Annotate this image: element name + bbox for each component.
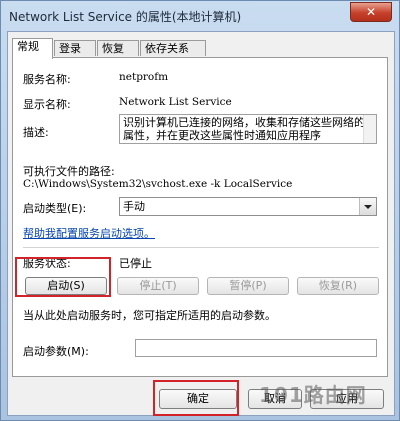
startup-type-label: 启动类型(E):: [23, 202, 87, 215]
tab-logon[interactable]: 登录: [54, 40, 96, 56]
description-text: 识别计算机已连接的网络，收集和存储这些网络的属性，并在更改这些属性时通知应用程序: [123, 116, 365, 142]
stop-button-label: 停止(T): [139, 279, 177, 292]
service-name-value: netprofm: [119, 71, 169, 83]
section-divider: [23, 247, 379, 248]
start-params-input[interactable]: [135, 339, 377, 357]
tab-recovery[interactable]: 恢复: [97, 40, 139, 56]
ok-button-highlight: [153, 380, 239, 416]
tab-label: 常规: [17, 40, 39, 53]
description-box[interactable]: 识别计算机已连接的网络，收集和存储这些网络的属性，并在更改这些属性时通知应用程序: [119, 114, 377, 144]
description-label: 描述:: [23, 126, 49, 139]
dialog-body: 常规 登录 恢复 依存关系 服务名称: netprofm 显示名称: Netwo…: [7, 31, 395, 416]
close-icon: ✕: [365, 5, 377, 19]
properties-dialog: Network List Service 的属性(本地计算机) ✕ 常规 登录 …: [0, 0, 400, 421]
exe-path-value: C:\Windows\System32\svchost.exe -k Local…: [23, 178, 293, 190]
resume-button[interactable]: 恢复(R): [297, 277, 379, 295]
tab-dependencies[interactable]: 依存关系: [140, 40, 206, 56]
watermark: 101路由网: [259, 383, 367, 407]
tab-label: 登录: [59, 42, 81, 55]
display-name-label: 显示名称:: [23, 98, 71, 111]
pause-button-label: 暂停(P): [229, 279, 267, 292]
chevron-down-icon[interactable]: [359, 198, 376, 215]
general-panel: 服务名称: netprofm 显示名称: Network List Servic…: [12, 57, 388, 377]
title-bar[interactable]: Network List Service 的属性(本地计算机) ✕: [1, 1, 399, 31]
description-scrollbar[interactable]: [363, 115, 376, 143]
startup-type-value: 手动: [123, 200, 145, 213]
help-configure-link[interactable]: 帮助我配置服务启动选项。: [23, 225, 155, 241]
window-title: Network List Service 的属性(本地计算机): [9, 10, 242, 24]
display-name-value: Network List Service: [119, 96, 232, 108]
start-button-highlight: [15, 257, 111, 297]
tab-label: 依存关系: [145, 42, 189, 55]
pause-button[interactable]: 暂停(P): [207, 277, 289, 295]
start-params-label: 启动参数(M):: [23, 345, 89, 358]
service-status-value: 已停止: [119, 257, 152, 270]
exe-path-label: 可执行文件的路径:: [23, 165, 115, 178]
startup-type-select[interactable]: 手动: [119, 197, 377, 216]
stop-button[interactable]: 停止(T): [117, 277, 199, 295]
tab-general[interactable]: 常规: [12, 38, 53, 59]
tab-label: 恢复: [102, 42, 124, 55]
resume-button-label: 恢复(R): [318, 279, 358, 292]
service-name-label: 服务名称:: [23, 73, 71, 86]
start-params-hint: 当从此处启动服务时，您可指定所适用的启动参数。: [23, 309, 276, 322]
close-button[interactable]: ✕: [350, 2, 392, 22]
